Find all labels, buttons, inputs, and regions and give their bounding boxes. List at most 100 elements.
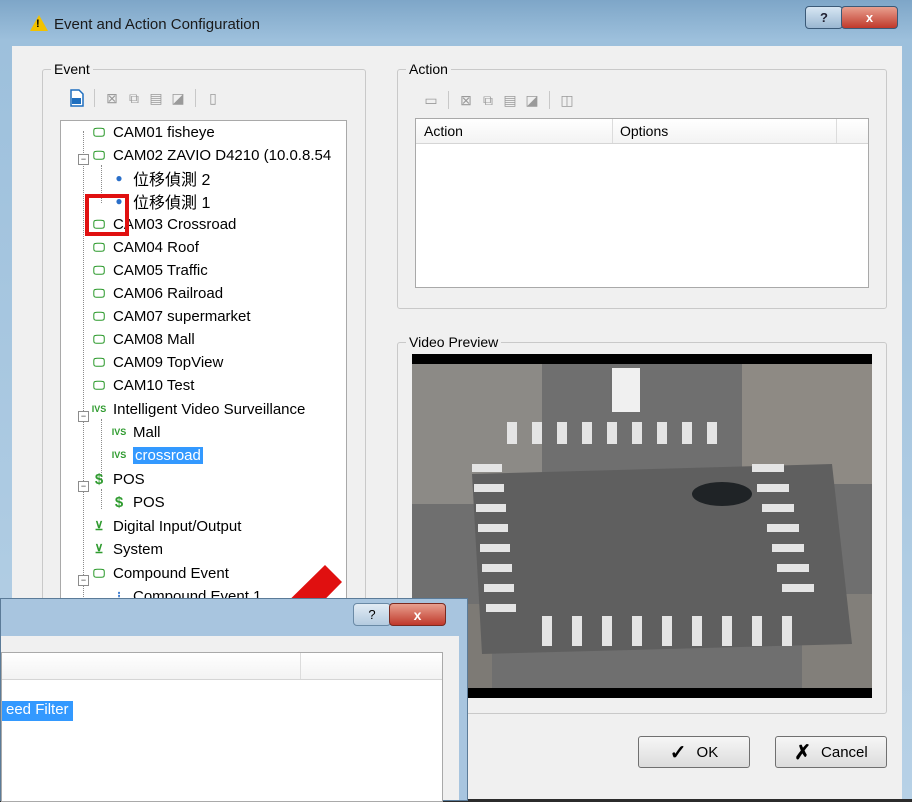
edit-event-icon[interactable]: ◪: [167, 88, 189, 108]
checkmark-icon: ✓: [669, 741, 687, 764]
tree-item-cam01[interactable]: 🖵 CAM01 fisheye: [89, 121, 215, 143]
tree-item-label: Digital Input/Output: [113, 517, 242, 535]
tree-connector: [83, 131, 84, 601]
tree-item-cam07[interactable]: 🖵 CAM07 supermarket: [89, 305, 251, 327]
system-icon: ⊻: [94, 542, 104, 556]
camera-icon: 🖵: [93, 565, 105, 580]
collapse-ivs[interactable]: −: [78, 411, 89, 422]
tree-item-pos[interactable]: $ POS: [89, 468, 145, 490]
camera-icon: 🖵: [93, 331, 105, 346]
tree-item-compound-event[interactable]: 🖵 Compound Event: [89, 562, 229, 584]
toolbar-separator: [549, 91, 550, 109]
camera-icon: 🖵: [93, 377, 105, 392]
tree-item-system[interactable]: ⊻ System: [89, 538, 163, 560]
copy-event-icon[interactable]: ⧉: [123, 88, 145, 108]
column-action[interactable]: Action: [424, 123, 463, 139]
action-group-label: Action: [406, 61, 451, 77]
event-action-dialog: ! Event and Action Configuration ? x Eve…: [0, 0, 912, 802]
paste-action-icon[interactable]: ▤: [499, 90, 521, 110]
cancel-button[interactable]: ✗ Cancel: [775, 736, 887, 768]
pos-icon: $: [94, 470, 104, 488]
tree-item-cam02[interactable]: 🖵 CAM02 ZAVIO D4210 (10.0.8.54: [89, 144, 331, 166]
camera-icon: 🖵: [93, 239, 105, 254]
copy-action-icon[interactable]: ⧉: [477, 90, 499, 110]
tree-item-cam09[interactable]: 🖵 CAM09 TopView: [89, 351, 223, 373]
tree-item-label: POS: [133, 493, 165, 511]
tree-item-label: CAM10 Test: [113, 376, 195, 394]
event-properties-icon[interactable]: ▯: [202, 88, 224, 108]
delete-event-icon[interactable]: ⊠: [101, 88, 123, 108]
filter-item-selected[interactable]: eed Filter: [2, 701, 73, 721]
tree-item-label: CAM04 Roof: [113, 238, 199, 256]
tree-item-label: 位移偵測 1: [133, 195, 211, 212]
sub-dialog-client-area: eed Filter: [1, 636, 459, 802]
tree-item-pos-child[interactable]: $ POS: [109, 491, 165, 513]
tree-item-label: CAM08 Mall: [113, 330, 195, 348]
action-toolbar: ▭ ⊠ ⧉ ▤ ◪ ◫: [420, 90, 578, 110]
tree-item-ivs-crossroad[interactable]: IVS crossroad: [109, 444, 203, 466]
video-preview: [412, 354, 872, 698]
ok-button-label: OK: [696, 743, 719, 761]
tree-connector: [101, 489, 102, 509]
column-options[interactable]: Options: [620, 123, 668, 139]
collapse-cam02[interactable]: −: [78, 154, 89, 165]
column-divider: [612, 119, 613, 143]
filter-list[interactable]: eed Filter: [1, 652, 443, 802]
digital-io-icon: ⊻: [94, 519, 104, 533]
tree-item-cam08[interactable]: 🖵 CAM08 Mall: [89, 328, 195, 350]
toolbar-separator: [448, 91, 449, 109]
collapse-compound[interactable]: −: [78, 575, 89, 586]
action-list[interactable]: Action Options: [415, 118, 869, 288]
tree-item-cam10[interactable]: 🖵 CAM10 Test: [89, 374, 194, 396]
tree-item-label: CAM07 supermarket: [113, 307, 251, 325]
tree-item-digital-io[interactable]: ⊻ Digital Input/Output: [89, 515, 242, 537]
action-properties-icon[interactable]: ◫: [556, 90, 578, 110]
tree-item-label-selected: crossroad: [133, 446, 203, 464]
tree-item-label: CAM01 fisheye: [113, 123, 215, 141]
event-toolbar: ⊠ ⧉ ▤ ◪ ▯: [66, 88, 224, 108]
tree-item-cam04[interactable]: 🖵 CAM04 Roof: [89, 236, 199, 258]
sub-help-button[interactable]: ?: [353, 603, 391, 626]
help-button[interactable]: ?: [805, 6, 843, 29]
event-group-label: Event: [51, 61, 93, 77]
tree-item-label: CAM02 ZAVIO D4210 (10.0.8.54: [113, 146, 332, 164]
filter-list-header: [2, 653, 442, 680]
paste-event-icon[interactable]: ▤: [145, 88, 167, 108]
camera-icon: 🖵: [93, 147, 105, 162]
tree-item-label: CAM06 Railroad: [113, 284, 224, 302]
filter-sub-dialog: ? x eed Filter: [0, 598, 468, 802]
ivs-icon: IVS: [111, 427, 127, 437]
close-button[interactable]: x: [841, 6, 898, 29]
pos-icon: $: [114, 493, 124, 511]
video-preview-label: Video Preview: [406, 334, 502, 350]
truck: [612, 368, 640, 412]
new-event-icon[interactable]: [66, 88, 88, 108]
tree-item-label: Intelligent Video Surveillance: [113, 400, 306, 418]
sub-close-button[interactable]: x: [389, 603, 446, 626]
new-action-icon[interactable]: ▭: [420, 90, 442, 110]
ok-button[interactable]: ✓ OK: [638, 736, 750, 768]
warning-icon: !: [30, 15, 48, 31]
tree-item-label: Compound Event: [113, 564, 229, 582]
tree-item-cam06[interactable]: 🖵 CAM06 Railroad: [89, 282, 223, 304]
tree-item-ivs[interactable]: IVS Intelligent Video Surveillance: [89, 398, 306, 420]
collapse-pos[interactable]: −: [78, 481, 89, 492]
camera-icon: 🖵: [93, 124, 105, 139]
edit-action-icon[interactable]: ◪: [521, 90, 543, 110]
x-icon: ✗: [794, 741, 812, 764]
window-title: Event and Action Configuration: [54, 16, 260, 33]
toolbar-separator: [94, 89, 95, 107]
car: [692, 482, 752, 506]
camera-icon: 🖵: [93, 262, 105, 277]
tree-item-ivs-mall[interactable]: IVS Mall: [109, 421, 161, 443]
ivs-icon: IVS: [111, 450, 127, 460]
title-bar[interactable]: ! Event and Action Configuration ? x: [0, 0, 912, 46]
tree-item-label: POS: [113, 470, 145, 488]
camera-icon: 🖵: [93, 354, 105, 369]
tree-item-cam05[interactable]: 🖵 CAM05 Traffic: [89, 259, 208, 281]
ivs-icon: IVS: [91, 404, 107, 414]
delete-action-icon[interactable]: ⊠: [455, 90, 477, 110]
cancel-button-label: Cancel: [821, 743, 868, 761]
motion-detection-icon: ●: [115, 171, 123, 185]
tree-item-motion-2[interactable]: ● 位移偵測 2: [109, 167, 210, 189]
